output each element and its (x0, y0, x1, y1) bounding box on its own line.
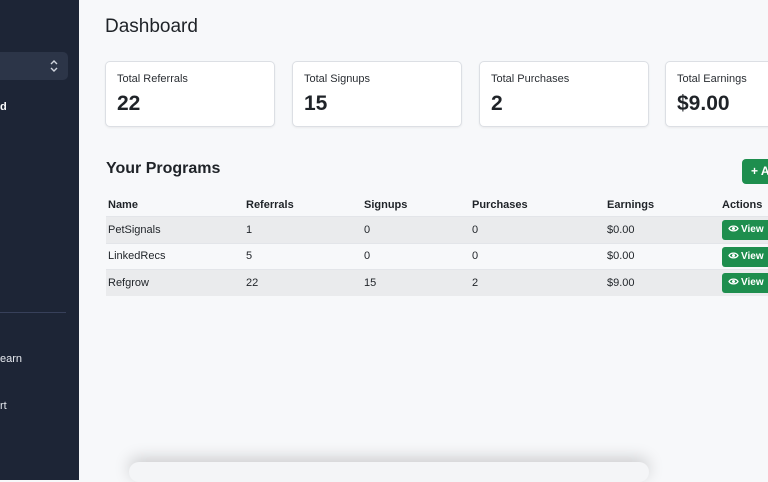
view-label: View (741, 224, 764, 235)
column-header: Name (108, 199, 138, 211)
earnings-cell: $0.00 (607, 224, 635, 236)
referrals-cell: 5 (246, 250, 252, 262)
workspace-select[interactable] (0, 52, 68, 80)
column-header: Referrals (246, 199, 294, 211)
stat-label: Total Signups (304, 73, 370, 85)
earnings-cell: $9.00 (607, 277, 635, 289)
signups-cell: 15 (364, 277, 376, 289)
page-title: Dashboard (105, 16, 198, 38)
sidebar-item-support[interactable]: rt (0, 400, 7, 412)
sidebar-item-learn[interactable]: earn (0, 353, 22, 365)
sidebar-item-dashboard[interactable]: d (0, 101, 7, 113)
purchases-cell: 2 (472, 277, 478, 289)
stat-card-earnings: Total Earnings $9.00 (665, 61, 768, 127)
view-label: View (741, 251, 764, 262)
bottom-panel-edge (129, 462, 649, 482)
programs-table: Name Referrals Signups Purchases Earning… (106, 194, 768, 296)
stat-value: 2 (491, 92, 503, 116)
view-button[interactable]: View (722, 273, 768, 293)
table-row: LinkedRecs 5 0 0 $0.00 View (106, 243, 768, 270)
view-label: View (741, 277, 764, 288)
stat-label: Total Earnings (677, 73, 747, 85)
view-button[interactable]: View (722, 247, 768, 267)
stat-card-signups: Total Signups 15 (292, 61, 462, 127)
program-name: PetSignals (108, 224, 161, 236)
table-header: Name Referrals Signups Purchases Earning… (106, 194, 768, 216)
program-name: LinkedRecs (108, 250, 165, 262)
view-button[interactable]: View (722, 220, 768, 240)
sidebar-divider (0, 312, 66, 313)
stat-value: $9.00 (677, 92, 730, 116)
add-program-button[interactable]: + Add (742, 159, 768, 184)
eye-icon (728, 224, 739, 233)
signups-cell: 0 (364, 250, 370, 262)
sidebar: d earn rt (0, 0, 79, 480)
referrals-cell: 1 (246, 224, 252, 236)
program-name: Refgrow (108, 277, 149, 289)
stat-value: 15 (304, 92, 327, 116)
purchases-cell: 0 (472, 224, 478, 236)
stat-card-referrals: Total Referrals 22 (105, 61, 275, 127)
earnings-cell: $0.00 (607, 250, 635, 262)
signups-cell: 0 (364, 224, 370, 236)
table-row: PetSignals 1 0 0 $0.00 View (106, 216, 768, 243)
column-header: Purchases (472, 199, 528, 211)
main-content: Dashboard Total Referrals 22 Total Signu… (79, 0, 768, 480)
stat-label: Total Referrals (117, 73, 188, 85)
eye-icon (728, 251, 739, 260)
programs-title: Your Programs (106, 160, 220, 178)
chevron-updown-icon (49, 58, 59, 74)
table-row: Refgrow 22 15 2 $9.00 View (106, 269, 768, 296)
column-header: Actions (722, 199, 762, 211)
stat-card-purchases: Total Purchases 2 (479, 61, 649, 127)
purchases-cell: 0 (472, 250, 478, 262)
stat-label: Total Purchases (491, 73, 569, 85)
stat-value: 22 (117, 92, 140, 116)
referrals-cell: 22 (246, 277, 258, 289)
column-header: Earnings (607, 199, 654, 211)
column-header: Signups (364, 199, 407, 211)
eye-icon (728, 277, 739, 286)
